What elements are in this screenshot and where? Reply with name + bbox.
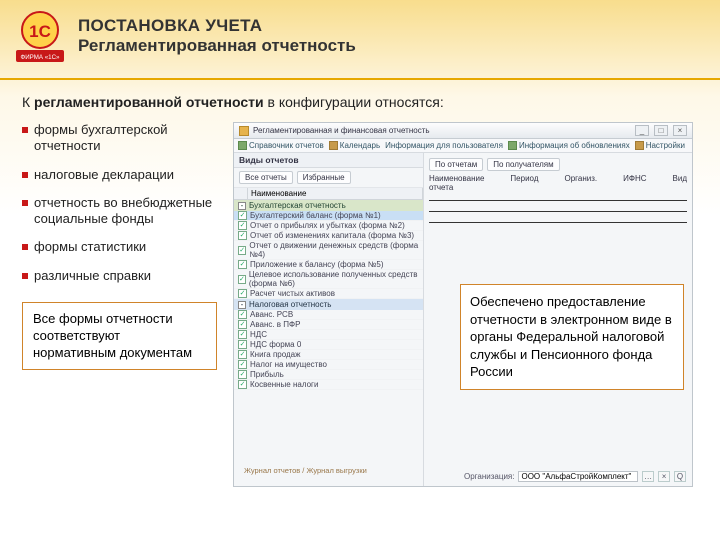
list-item[interactable]: ✓Отчет об изменениях капитала (форма №3) [234,231,423,241]
grid-header: Наименование отчетаПериодОрганиз.ИФНСВид [429,173,687,193]
org-input[interactable] [518,471,638,482]
footer-note: Журнал отчетов / Журнал выгрузки [244,466,367,475]
window-title: Регламентированная и финансовая отчетнос… [253,126,630,135]
checkbox[interactable]: ✓ [238,370,247,379]
page-subtitle: Регламентированная отчетность [78,36,356,56]
list-item[interactable]: ✓Аванс. в ПФР [234,320,423,330]
clear-button[interactable]: × [658,471,670,482]
list-item[interactable]: ✓Целевое использование полученных средст… [234,270,423,289]
list-item[interactable]: ✓НДС [234,330,423,340]
list-item: различные справки [22,268,217,284]
list-item: отчетность во внебюджетные социальные фо… [22,195,217,228]
toolbar-settings[interactable]: Настройки [635,141,685,150]
list-header: Наименование [234,188,423,200]
list-item: формы бухгалтерской отчетности [22,122,217,155]
app-icon [239,126,249,136]
checkbox[interactable]: ✓ [238,330,247,339]
toolbar-refs[interactable]: Справочник отчетов [238,141,324,150]
left-column: формы бухгалтерской отчетности налоговые… [22,122,217,487]
checkbox[interactable]: ✓ [238,360,247,369]
list-item[interactable]: ✓Косвенные налоги [234,380,423,390]
checkbox[interactable]: ✓ [238,289,247,298]
maximize-button[interactable]: □ [654,125,668,136]
checkbox[interactable]: ✓ [238,320,247,329]
search-button[interactable]: Q [674,471,686,482]
toolbar-calendar[interactable]: Календарь [329,141,380,150]
book-icon [238,141,247,150]
list-item[interactable]: ✓Налог на имущество [234,360,423,370]
filter-row: Все отчеты Избранные [234,168,423,188]
group-tax[interactable]: -Налоговая отчетность [234,299,423,310]
gear-icon [635,141,644,150]
close-button[interactable]: × [673,125,687,136]
header-text: ПОСТАНОВКА УЧЕТА Регламентированная отче… [78,16,356,56]
window-titlebar: Регламентированная и финансовая отчетнос… [234,123,692,139]
checkbox[interactable]: ✓ [238,246,246,255]
slide-header: 1С ФИРМА «1С» ПОСТАНОВКА УЧЕТА Регламент… [0,0,720,80]
checkbox[interactable]: ✓ [238,275,246,284]
list-item[interactable]: ✓Прибыль [234,370,423,380]
1c-logo: 1С ФИРМА «1С» [12,8,68,64]
checkbox[interactable]: ✓ [238,231,247,240]
collapse-icon[interactable]: - [238,301,246,309]
org-row: Организация: … × Q [464,471,686,482]
calendar-icon [329,141,338,150]
list-item[interactable]: ✓Отчет о прибылях и убытках (форма №2) [234,221,423,231]
checkbox[interactable]: ✓ [238,380,247,389]
group-accounting[interactable]: -Бухгалтерская отчетность [234,200,423,211]
minimize-button[interactable]: _ [635,125,649,136]
bullet-list: формы бухгалтерской отчетности налоговые… [22,122,217,284]
checkbox[interactable]: ✓ [238,260,247,269]
callout-compliance: Все формы отчетности соответствуют норма… [22,302,217,371]
checkbox[interactable]: ✓ [238,310,247,319]
list-item: формы статистики [22,239,217,255]
list-item[interactable]: ✓Отчет о движении денежных средств (форм… [234,241,423,260]
callout-electronic: Обеспечено предоставление отчетности в э… [460,284,684,390]
checkbox[interactable]: ✓ [238,350,247,359]
svg-text:ФИРМА «1С»: ФИРМА «1С» [20,54,60,61]
refresh-icon [508,141,517,150]
lookup-button[interactable]: … [642,471,654,482]
toolbar-info[interactable]: Информация для пользователя [385,141,503,150]
list-item[interactable]: ✓НДС форма 0 [234,340,423,350]
page-title: ПОСТАНОВКА УЧЕТА [78,16,356,36]
list-item[interactable]: ✓Аванс. РСВ [234,310,423,320]
btn-period[interactable]: По отчетам [429,158,483,171]
filter-fav[interactable]: Избранные [297,171,351,184]
section-title: Виды отчетов [234,153,423,168]
list-item[interactable]: ✓Приложение к балансу (форма №5) [234,260,423,270]
svg-text:1С: 1С [29,22,51,41]
reports-panel: Виды отчетов Все отчеты Избранные Наимен… [234,153,424,486]
checkbox[interactable]: ✓ [238,221,247,230]
list-item[interactable]: ✓Расчет чистых активов [234,289,423,299]
intro-text: К регламентированной отчетности в конфиг… [22,94,698,110]
list-item: налоговые декларации [22,167,217,183]
checkbox[interactable]: ✓ [238,340,247,349]
checkbox[interactable]: ✓ [238,211,247,220]
list-item[interactable]: ✓Бухгалтерский баланс (форма №1) [234,211,423,221]
collapse-icon[interactable]: - [238,202,246,210]
toolbar: Справочник отчетов Календарь Информация … [234,139,692,153]
filter-all[interactable]: Все отчеты [239,171,293,184]
toolbar-updates[interactable]: Информация об обновлениях [508,141,630,150]
list-item[interactable]: ✓Книга продаж [234,350,423,360]
btn-recipients[interactable]: По получателям [487,158,559,171]
